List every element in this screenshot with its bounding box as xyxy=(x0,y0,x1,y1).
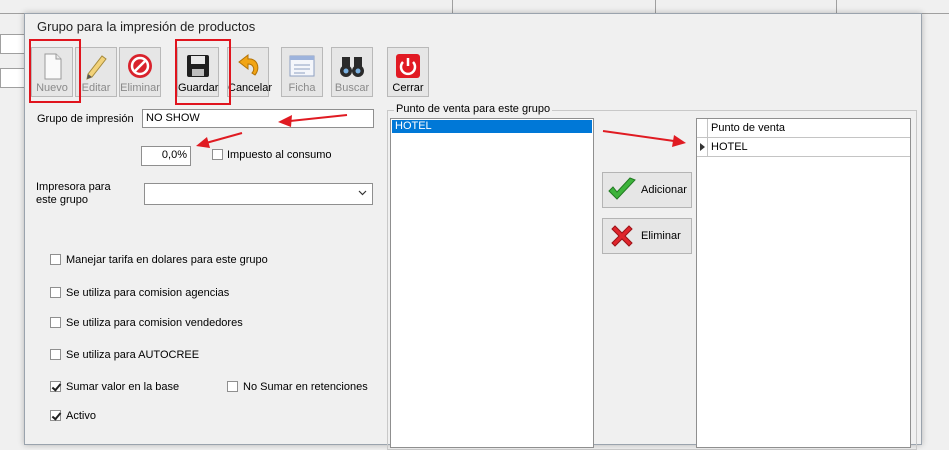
row-header-cell xyxy=(697,119,708,137)
grupo-value: NO SHOW xyxy=(146,112,200,124)
ficha-label: Ficha xyxy=(288,82,316,94)
pos-list-item-hotel[interactable]: HOTEL xyxy=(392,120,592,133)
dolares-label: Manejar tarifa en dolares para este grup… xyxy=(66,254,268,266)
power-icon xyxy=(396,54,420,78)
background-divider xyxy=(836,0,837,13)
sumar-label: Sumar valor en la base xyxy=(66,381,180,393)
red-x-icon xyxy=(611,225,633,247)
pos-grid-header-label: Punto de venta xyxy=(711,122,786,134)
no-sumar-checkbox[interactable] xyxy=(227,381,238,392)
buscar-button[interactable]: Buscar xyxy=(331,47,373,97)
autocree-checkbox[interactable] xyxy=(50,349,61,360)
impuesto-value: 0,0% xyxy=(161,149,187,161)
delete-icon xyxy=(128,54,152,78)
impuesto-input[interactable]: 0,0% xyxy=(141,146,191,166)
pencil-icon xyxy=(86,55,107,80)
chevron-down-icon xyxy=(358,190,367,196)
pos-grid-header: Punto de venta xyxy=(697,119,910,138)
impuesto-checkbox[interactable] xyxy=(212,149,223,160)
adicionar-button[interactable]: Adicionar xyxy=(602,172,692,208)
cerrar-label: Cerrar xyxy=(392,82,424,94)
autocree-label: Se utiliza para AUTOCREE xyxy=(66,349,200,361)
pos-list[interactable]: HOTEL xyxy=(390,118,594,448)
no-sumar-label: No Sumar en retenciones xyxy=(243,381,368,393)
ficha-button[interactable]: Ficha xyxy=(281,47,323,97)
highlight-box-guardar xyxy=(175,39,231,105)
pos-eliminar-button[interactable]: Eliminar xyxy=(602,218,692,254)
current-row-arrow-icon xyxy=(700,143,705,151)
pos-grid: Punto de venta HOTEL xyxy=(696,118,911,448)
dialog-title: Grupo para la impresión de productos xyxy=(37,19,256,34)
pos-grid-cell: HOTEL xyxy=(711,141,748,153)
grupo-input[interactable]: NO SHOW xyxy=(142,109,374,128)
activo-label: Activo xyxy=(66,410,96,422)
undo-arrow-icon xyxy=(238,53,259,76)
agencias-checkbox[interactable] xyxy=(50,287,61,298)
eliminar-button[interactable]: Eliminar xyxy=(119,47,161,97)
sumar-checkbox[interactable] xyxy=(50,381,61,392)
vendedores-checkbox[interactable] xyxy=(50,317,61,328)
checkmark-icon xyxy=(608,177,636,200)
highlight-box-nuevo xyxy=(29,39,81,103)
form-card-icon xyxy=(289,55,315,77)
binoculars-icon xyxy=(340,57,364,77)
dolares-checkbox[interactable] xyxy=(50,254,61,265)
pos-group-label: Punto de venta para este grupo xyxy=(394,103,553,115)
pos-eliminar-label: Eliminar xyxy=(641,230,681,242)
row-header-cell xyxy=(697,138,708,156)
background-divider xyxy=(655,0,656,13)
dialog-window: Grupo para la impresión de productos Nue… xyxy=(24,13,922,450)
editar-label: Editar xyxy=(81,82,111,94)
buscar-label: Buscar xyxy=(334,82,370,94)
impresora-select[interactable] xyxy=(144,183,373,205)
adicionar-label: Adicionar xyxy=(641,184,687,196)
background-divider xyxy=(452,0,453,13)
impresora-label: Impresora para este grupo xyxy=(36,181,111,206)
cerrar-button[interactable]: Cerrar xyxy=(387,47,429,97)
grupo-label: Grupo de impresión xyxy=(37,113,134,125)
agencias-label: Se utiliza para comision agencias xyxy=(66,287,230,299)
table-row[interactable]: HOTEL xyxy=(697,138,910,157)
impuesto-label: Impuesto al consumo xyxy=(227,149,332,161)
cancelar-button[interactable]: Cancelar xyxy=(227,47,273,97)
cancelar-label: Cancelar xyxy=(228,82,273,94)
eliminar-label: Eliminar xyxy=(120,82,160,94)
vendedores-label: Se utiliza para comision vendedores xyxy=(66,317,243,329)
editar-button[interactable]: Editar xyxy=(75,47,117,97)
activo-checkbox[interactable] xyxy=(50,410,61,421)
toolbar: Nuevo Editar Eliminar Guardar Cancelar F… xyxy=(29,39,917,105)
